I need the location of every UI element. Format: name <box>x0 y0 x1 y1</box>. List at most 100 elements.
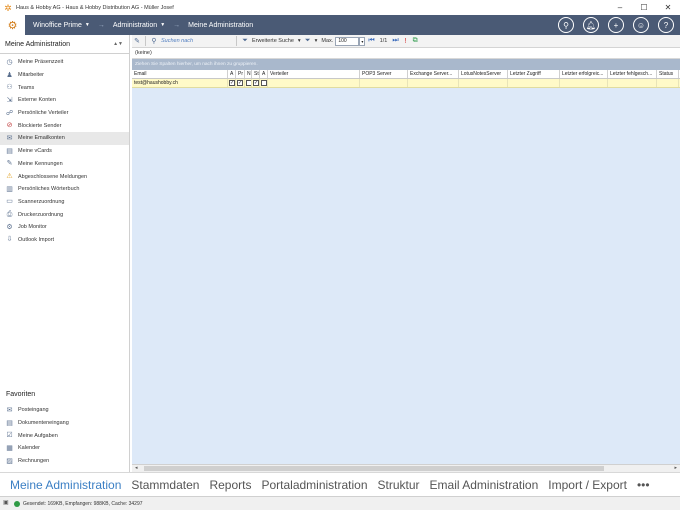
column-header[interactable]: Email <box>132 70 228 78</box>
column-header[interactable]: Letzter erfolgreic... <box>560 70 608 78</box>
column-header[interactable]: LotusNotesServer <box>459 70 508 78</box>
table-cell[interactable] <box>508 79 560 87</box>
horizontal-scrollbar[interactable]: ◂ ▸ <box>132 464 680 472</box>
export-icon[interactable]: ⧉ <box>413 37 418 45</box>
column-header[interactable]: A <box>260 70 268 78</box>
table-cell[interactable] <box>260 79 268 87</box>
tab-2[interactable]: Stammdaten <box>131 478 199 492</box>
sidebar-item[interactable]: ⎙ Druckerzuordnung <box>0 208 129 221</box>
maximize-button[interactable]: ☐ <box>632 0 656 15</box>
table-cell[interactable] <box>408 79 459 87</box>
tab-3[interactable]: Reports <box>209 478 251 492</box>
scrollbar-thumb[interactable] <box>144 466 604 471</box>
sidebar-item[interactable]: ▤ Dokumenteneingang <box>0 417 130 430</box>
collapse-icon[interactable]: ▲▼ <box>113 41 123 47</box>
search-input[interactable]: Suchen nach <box>161 38 233 44</box>
column-header[interactable]: Verteiler <box>268 70 360 78</box>
sidebar-item[interactable]: ⊘ Blockierte Sender <box>0 119 129 132</box>
sidebar-item[interactable]: ⚠ Abgeschlossene Meldungen <box>0 170 129 183</box>
sidebar-item-label: Dokumenteneingang <box>18 420 69 427</box>
user-icon[interactable]: ☺ <box>633 17 649 33</box>
sidebar-item[interactable]: ♟ Mitarbeiter <box>0 69 129 82</box>
tab-1[interactable]: Meine Administration <box>10 478 121 492</box>
tab-6[interactable]: Email Administration <box>430 478 539 492</box>
dictionary-icon: ▥ <box>6 185 13 193</box>
checkbox[interactable]: ✓ <box>237 79 243 86</box>
sidebar-item[interactable]: ⇩ Outlook Import <box>0 234 129 247</box>
edit-icon[interactable]: ✎ <box>132 37 142 45</box>
checkbox[interactable]: ✓ <box>253 79 259 86</box>
table-row[interactable]: test@haushobby.ch ✓ ✓ ✓ <box>132 79 680 88</box>
sidebar-item[interactable]: ▤ Meine vCards <box>0 145 129 158</box>
sidebar-item[interactable]: ◷ Meine Präsenzzeit <box>0 56 129 69</box>
clear-filter-icon[interactable]: ⏷ <box>303 37 313 45</box>
first-page-icon[interactable]: ⏮ <box>368 37 374 45</box>
max-dropdown[interactable]: ▾ <box>359 36 366 46</box>
table-cell[interactable]: ✓ <box>228 79 236 87</box>
table-cell[interactable] <box>560 79 608 87</box>
sidebar-item[interactable]: ▨ Rechnungen <box>0 455 130 468</box>
tab-5[interactable]: Struktur <box>378 478 420 492</box>
column-header[interactable]: Letzter fehlgesch... <box>608 70 657 78</box>
add-icon[interactable]: + <box>608 17 624 33</box>
table-cell[interactable] <box>268 79 360 87</box>
last-page-icon[interactable]: ⏭ <box>392 37 398 45</box>
table-cell[interactable] <box>245 79 252 87</box>
column-header[interactable]: St <box>252 70 260 78</box>
sidebar-item[interactable]: ☍ Persönliche Verteiler <box>0 107 129 120</box>
max-input[interactable]: 100 <box>335 36 360 46</box>
chevron-down-icon[interactable]: ▾ <box>298 38 301 44</box>
checkbox[interactable]: ✓ <box>229 79 235 86</box>
table-cell[interactable] <box>459 79 508 87</box>
table-cell[interactable]: test@haushobby.ch <box>132 79 228 87</box>
status-bar: ▣ Gesendet: 169KB, Empfangen: 988KB, Cac… <box>0 496 680 510</box>
scroll-left-icon[interactable]: ◂ <box>135 465 138 471</box>
table-cell[interactable]: ✓ <box>236 79 245 87</box>
tab-7[interactable]: Import / Export <box>548 478 627 492</box>
sidebar-item[interactable]: ✎ Meine Kennungen <box>0 158 129 171</box>
column-header[interactable]: Status <box>657 70 679 78</box>
checkbox[interactable] <box>261 79 267 86</box>
filter-row[interactable]: (keine) <box>132 48 680 59</box>
close-button[interactable]: ✕ <box>656 0 680 15</box>
sidebar-item[interactable]: ⚇ Teams <box>0 81 129 94</box>
search-icon[interactable]: ⚲ <box>149 37 159 45</box>
sidebar-item[interactable]: ▭ Scannerzuordnung <box>0 196 129 209</box>
scroll-right-icon[interactable]: ▸ <box>674 465 677 471</box>
search-icon[interactable]: ⚲ <box>558 17 574 33</box>
column-header[interactable]: Exchange Server... <box>408 70 459 78</box>
group-panel-hint[interactable]: Ziehen Sie Spalten hierher, um nach ihne… <box>132 59 680 70</box>
sidebar-item[interactable]: ⇲ Externe Konten <box>0 94 129 107</box>
settings-gear-icon[interactable]: ⚙ <box>0 15 25 35</box>
column-header[interactable]: POP3 Server <box>360 70 408 78</box>
status-text: Gesendet: 169KB, Empfangen: 988KB, Cache… <box>23 500 143 507</box>
column-header[interactable]: Letzter Zugriff <box>508 70 560 78</box>
app-menu[interactable]: Winoffice Prime ▼ <box>33 22 90 29</box>
notification-bell-icon[interactable]: 🔔︎ <box>583 17 599 33</box>
sidebar-item[interactable]: ✉ Posteingang <box>0 404 130 417</box>
section-menu[interactable]: Administration ▼ <box>113 22 165 29</box>
filter-icon[interactable]: ⏷ <box>240 37 250 45</box>
sidebar-item[interactable]: ▥ Persönliches Wörterbuch <box>0 183 129 196</box>
sidebar-item[interactable]: ▦ Kalender <box>0 442 130 455</box>
sidebar-item[interactable]: ✉ Meine Emailkonten <box>0 132 129 145</box>
extended-search-button[interactable]: Erweiterte Suche <box>252 38 294 44</box>
sidebar-item-label: Meine vCards <box>18 148 52 155</box>
table-cell[interactable]: ✓ <box>252 79 260 87</box>
exclamation-icon[interactable]: ! <box>405 38 407 45</box>
minimize-button[interactable]: – <box>608 0 632 15</box>
help-icon[interactable]: ? <box>658 17 674 33</box>
table-cell[interactable] <box>657 79 679 87</box>
table-cell[interactable] <box>360 79 408 87</box>
column-header[interactable]: N <box>245 70 252 78</box>
tab-4[interactable]: Portaladministration <box>261 478 367 492</box>
sidebar-item[interactable]: ☑ Meine Aufgaben <box>0 429 130 442</box>
tab-8[interactable]: ••• <box>637 478 650 492</box>
sidebar-header[interactable]: Meine Administration ▲▼ <box>0 35 129 54</box>
chevron-down-icon[interactable]: ▾ <box>315 38 318 44</box>
column-header[interactable]: A <box>228 70 236 78</box>
table-cell[interactable] <box>608 79 657 87</box>
sidebar-item[interactable]: ⚙ Job Monitor <box>0 221 129 234</box>
layout-icon[interactable]: ▣ <box>3 500 10 507</box>
column-header[interactable]: Pr <box>236 70 245 78</box>
